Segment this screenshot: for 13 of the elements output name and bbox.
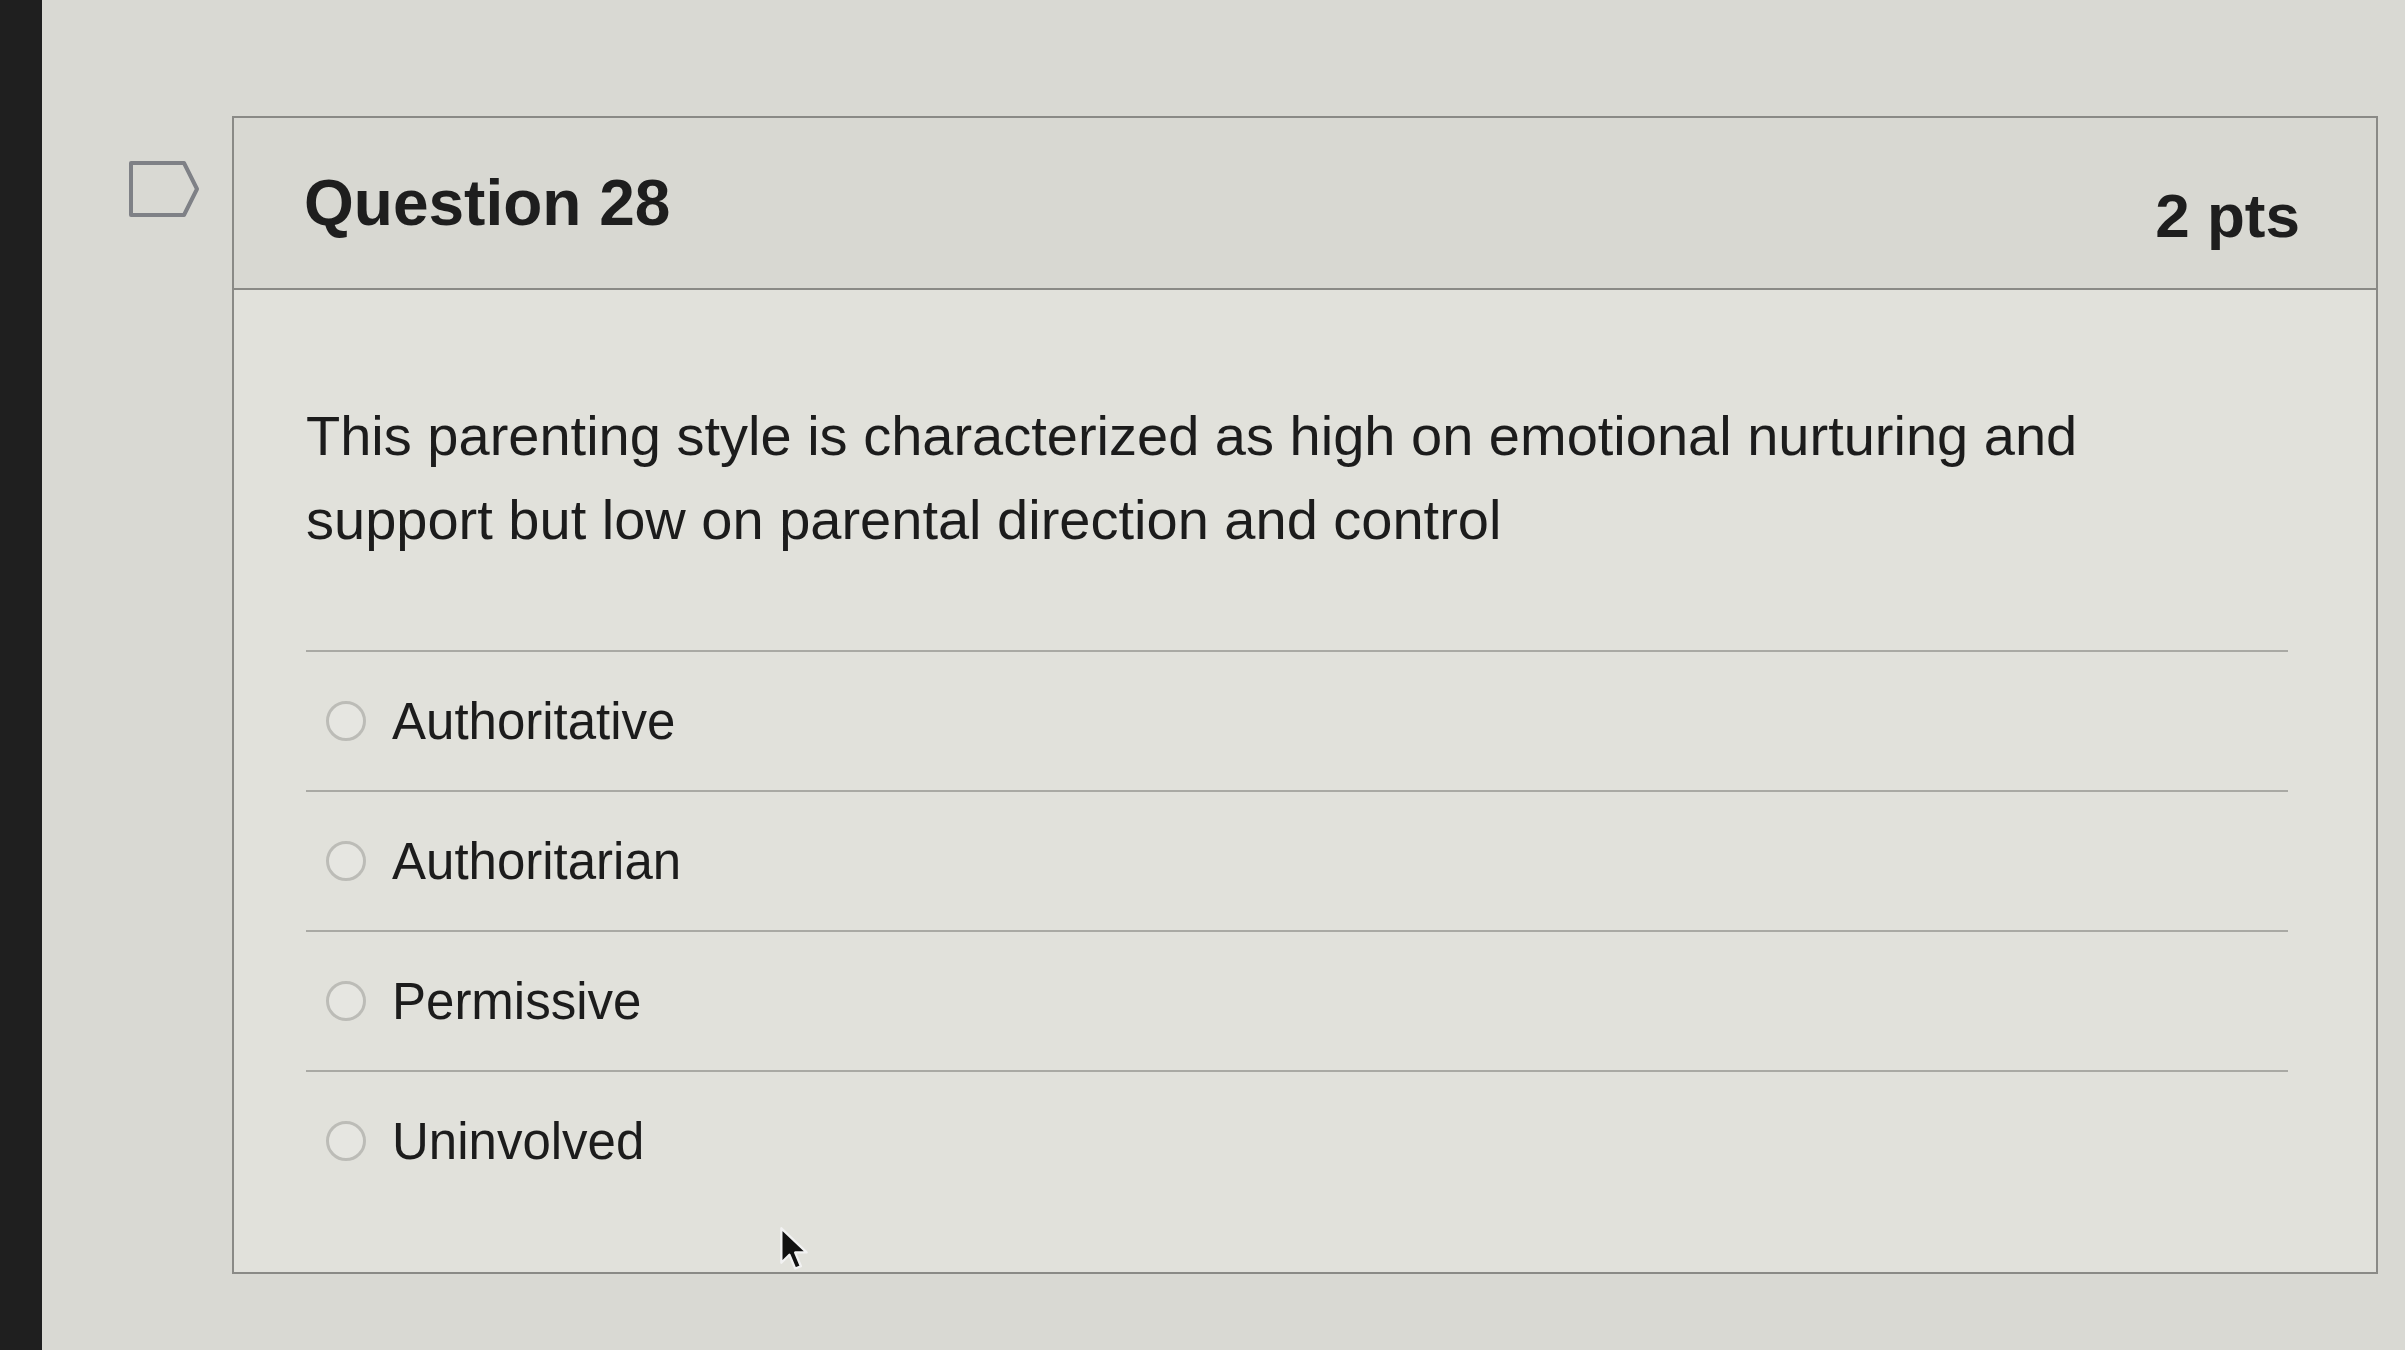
points-label: 2 pts: [2155, 179, 2300, 251]
radio-button[interactable]: [326, 841, 366, 881]
radio-button[interactable]: [326, 1121, 366, 1161]
answer-label[interactable]: Authoritative: [392, 691, 676, 751]
flag-icon[interactable]: [128, 160, 200, 218]
question-text: This parenting style is characterized as high on emotional nurturing and support but low on parental direction and control: [306, 403, 2079, 553]
answer-label[interactable]: Authoritarian: [392, 831, 682, 891]
question-title: Question 28: [304, 166, 671, 240]
pointer-cursor-icon: [779, 1226, 809, 1272]
answer-label[interactable]: Uninvolved: [392, 1111, 645, 1171]
answer-label[interactable]: Permissive: [392, 971, 642, 1031]
radio-button[interactable]: [326, 981, 366, 1021]
radio-button[interactable]: [326, 701, 366, 741]
